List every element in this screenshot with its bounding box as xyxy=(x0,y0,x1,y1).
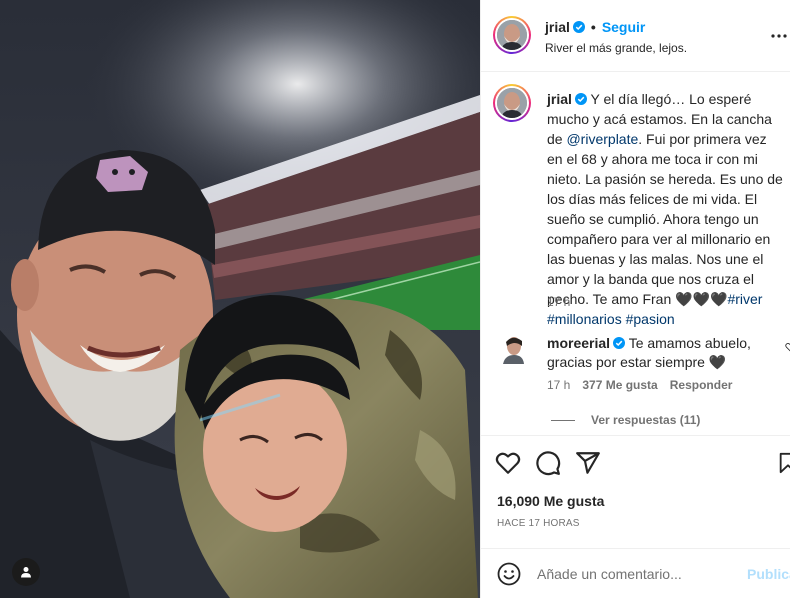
author-avatar-image xyxy=(497,20,527,50)
caption-text-end: . Fui por primera vez en el 68 y ahora m… xyxy=(547,131,783,307)
hashtag-link[interactable]: #river xyxy=(727,291,762,307)
hashtag-link[interactable]: #millonarios xyxy=(547,311,622,327)
verified-badge-icon xyxy=(574,93,587,105)
post-panel: jrial • Seguir River el más grande, lejos.… xyxy=(480,0,790,598)
caption-username[interactable]: jrial xyxy=(547,91,572,107)
stadium-selfie-image xyxy=(0,0,480,598)
more-options-icon[interactable] xyxy=(771,28,787,44)
post-header: jrial • Seguir River el más grande, lejos. xyxy=(481,0,790,72)
comment-like-icon[interactable] xyxy=(785,342,790,352)
author-avatar[interactable] xyxy=(493,16,531,54)
replies-divider-line xyxy=(551,420,575,422)
caption-author-avatar-image xyxy=(497,88,527,118)
post-location[interactable]: River el más grande, lejos. xyxy=(545,41,687,55)
caption-author-avatar[interactable] xyxy=(493,84,531,122)
heart-icon[interactable] xyxy=(495,450,521,476)
emoji-icon[interactable] xyxy=(497,562,521,586)
comments-section[interactable]: jrial Y el día llegó… Lo esperé mucho y … xyxy=(481,72,790,436)
like-count[interactable]: 16,090 Me gusta xyxy=(497,493,604,509)
user-tag-icon xyxy=(21,567,31,578)
comment-timestamp[interactable]: 17 h xyxy=(547,378,570,392)
bookmark-icon[interactable] xyxy=(777,450,790,476)
commenter-avatar-image xyxy=(501,334,525,364)
author-username[interactable]: jrial xyxy=(545,19,570,35)
share-icon[interactable] xyxy=(575,450,601,476)
post-actions xyxy=(481,436,790,488)
hashtag-link[interactable]: #pasion xyxy=(626,311,675,327)
comment-likes[interactable]: 377 Me gusta xyxy=(582,378,657,392)
publish-comment-button[interactable]: Publicar xyxy=(747,566,790,582)
commenter-avatar[interactable] xyxy=(501,334,525,364)
caption-hearts: 🖤🖤🖤 xyxy=(675,291,728,307)
verified-badge-icon xyxy=(613,337,626,349)
separator-dot: • xyxy=(590,19,596,35)
user-tag-button[interactable] xyxy=(12,558,40,586)
comment-meta: 17 h 377 Me gusta Responder xyxy=(547,378,744,392)
comment-icon[interactable] xyxy=(535,450,561,476)
verified-badge-icon xyxy=(572,21,585,33)
post-caption: jrial Y el día llegó… Lo esperé mucho y … xyxy=(547,89,785,329)
post-photo[interactable] xyxy=(0,0,480,598)
view-replies-button[interactable]: Ver respuestas (11) xyxy=(551,413,700,427)
view-replies-label: Ver respuestas (11) xyxy=(591,413,701,427)
commenter-username[interactable]: moreerial xyxy=(547,335,610,351)
post-date[interactable]: HACE 17 HORAS xyxy=(497,518,580,529)
follow-button[interactable]: Seguir xyxy=(602,19,646,35)
reply-button[interactable]: Responder xyxy=(670,378,733,392)
comment-input[interactable] xyxy=(537,561,737,587)
caption-timestamp[interactable]: 17 h xyxy=(547,295,570,309)
comment-body: moreerial Te amamos abuelo, gracias por … xyxy=(547,334,772,372)
caption-mention-link[interactable]: @riverplate xyxy=(566,131,638,147)
add-comment-bar: Publicar xyxy=(481,548,790,598)
